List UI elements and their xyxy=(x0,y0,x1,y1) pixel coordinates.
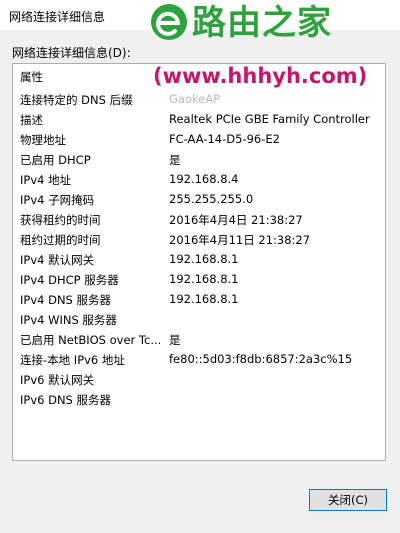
property-value: 192.168.8.1 xyxy=(169,252,239,266)
property-name: IPv4 地址 xyxy=(20,173,72,187)
property-name: IPv4 子网掩码 xyxy=(20,193,95,207)
property-name: IPv4 DNS 服务器 xyxy=(20,293,112,307)
property-value: 192.168.8.1 xyxy=(169,272,239,286)
list-item[interactable]: 租约过期的时间 2016年4月11日 21:38:27 xyxy=(13,230,385,250)
details-list[interactable]: 属性 连接特定的 DNS 后缀 GaokeAP 描述 Realtek PCIe … xyxy=(12,63,386,461)
list-item[interactable]: 连接特定的 DNS 后缀 GaokeAP xyxy=(13,90,385,110)
property-value: 255.255.255.0 xyxy=(169,192,254,206)
property-name: 租约过期的时间 xyxy=(20,233,101,247)
property-name: IPv4 WINS 服务器 xyxy=(20,313,117,327)
property-name: 物理地址 xyxy=(20,133,66,147)
property-value: 192.168.8.4 xyxy=(169,172,239,186)
property-name: IPv4 默认网关 xyxy=(20,253,95,267)
property-name: IPv4 DHCP 服务器 xyxy=(20,273,119,287)
list-item[interactable]: IPv6 默认网关 xyxy=(13,370,385,390)
e-logo-icon xyxy=(151,4,187,40)
list-item[interactable]: IPv6 DNS 服务器 xyxy=(13,390,385,410)
property-name: 获得租约的时间 xyxy=(20,213,101,227)
property-value: fe80::5d03:f8db:6857:2a3c%15 xyxy=(169,352,353,366)
property-name: 连接特定的 DNS 后缀 xyxy=(20,93,133,107)
property-name: 已启用 DHCP xyxy=(20,153,91,167)
watermark-site-name: 路由之家 xyxy=(192,3,332,43)
property-name: 已启用 NetBIOS over Tc... xyxy=(20,333,162,347)
watermark-url: (www.hhhyh.com) xyxy=(153,64,368,88)
list-item[interactable]: 获得租约的时间 2016年4月4日 21:38:27 xyxy=(13,210,385,230)
property-value: 2016年4月4日 21:38:27 xyxy=(169,213,303,227)
window-title: 网络连接详细信息 xyxy=(9,10,106,24)
list-item[interactable]: 连接-本地 IPv6 地址 fe80::5d03:f8db:6857:2a3c%… xyxy=(13,350,385,370)
property-value: 是 xyxy=(169,333,181,347)
list-item[interactable]: 物理地址 FC-AA-14-D5-96-E2 xyxy=(13,130,385,150)
property-name: IPv6 默认网关 xyxy=(20,373,95,387)
column-header-property[interactable]: 属性 xyxy=(20,69,43,85)
list-item[interactable]: 描述 Realtek PCIe GBE Family Controller xyxy=(13,110,385,130)
property-value: GaokeAP xyxy=(169,92,221,106)
list-item[interactable]: 已启用 NetBIOS over Tc... 是 xyxy=(13,330,385,350)
details-group-label: 网络连接详细信息(D): xyxy=(12,46,131,60)
property-value: 是 xyxy=(169,153,181,167)
list-item[interactable]: IPv4 默认网关 192.168.8.1 xyxy=(13,250,385,270)
list-item[interactable]: IPv4 地址 192.168.8.4 xyxy=(13,170,385,190)
property-name: IPv6 DNS 服务器 xyxy=(20,393,112,407)
property-name: 描述 xyxy=(20,113,43,127)
close-button[interactable]: 关闭(C) xyxy=(309,489,387,511)
property-value: 2016年4月11日 21:38:27 xyxy=(169,233,311,247)
property-value: Realtek PCIe GBE Family Controller xyxy=(169,112,370,126)
list-item[interactable]: 已启用 DHCP 是 xyxy=(13,150,385,170)
list-item[interactable]: IPv4 子网掩码 255.255.255.0 xyxy=(13,190,385,210)
property-value: 192.168.8.1 xyxy=(169,292,239,306)
list-item[interactable]: IPv4 WINS 服务器 xyxy=(13,310,385,330)
property-value: FC-AA-14-D5-96-E2 xyxy=(169,132,280,146)
property-name: 连接-本地 IPv6 地址 xyxy=(20,353,125,367)
list-item[interactable]: IPv4 DNS 服务器 192.168.8.1 xyxy=(13,290,385,310)
list-item[interactable]: IPv4 DHCP 服务器 192.168.8.1 xyxy=(13,270,385,290)
